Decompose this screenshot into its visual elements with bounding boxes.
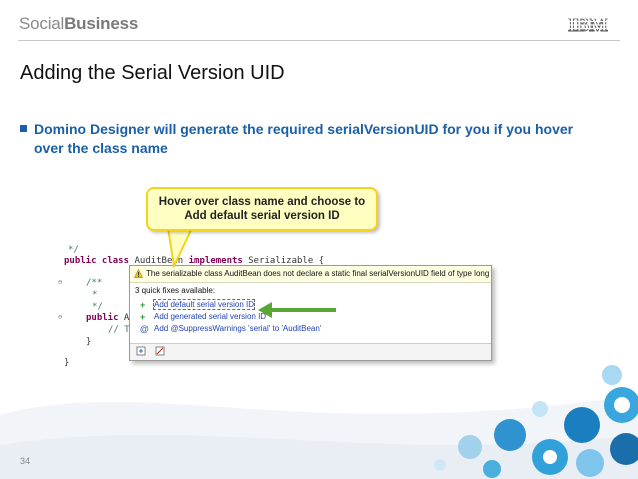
code-line: */: [68, 245, 79, 255]
green-pointer-arrow-icon: [258, 302, 336, 318]
slide-title: Adding the Serial Version UID: [20, 62, 285, 84]
add-plus-icon: +: [140, 300, 146, 310]
callout-line: Add default serial version ID: [184, 210, 340, 222]
annotation-at-icon: @: [140, 324, 149, 334]
callout-line: Hover over class name and choose to: [158, 196, 366, 208]
decorative-bubbles: [434, 365, 638, 478]
callout-pointer: [166, 228, 194, 268]
bullet-square-icon: [20, 125, 27, 132]
header-divider: [18, 40, 620, 41]
fold-toggle-icon[interactable]: ⊖: [58, 278, 62, 286]
code-line: }: [86, 337, 92, 347]
configure-problem-icon[interactable]: [155, 346, 165, 356]
bullet-point: Domino Designer will generate the requir…: [20, 120, 600, 158]
code-line: */: [92, 302, 103, 312]
add-plus-icon: +: [140, 312, 146, 322]
bullet-text: Domino Designer will generate the requir…: [34, 121, 574, 156]
code-line: public A: [86, 313, 130, 323]
code-line: }: [64, 358, 70, 368]
fold-toggle-icon[interactable]: ⊖: [58, 313, 62, 321]
warning-icon: [134, 269, 143, 278]
popup-toolbar: [136, 346, 170, 358]
code-line: *: [92, 290, 98, 300]
warning-message-bar: The serializable class AuditBean does no…: [130, 266, 491, 283]
code-line: // T: [108, 325, 130, 335]
social-business-logo: SocialBusiness: [19, 14, 139, 33]
code-line: /**: [86, 278, 103, 288]
svg-text:IBM: IBM: [568, 14, 608, 34]
instruction-callout: Hover over class name and choose to Add …: [146, 187, 378, 231]
header-bar: SocialBusiness IBM: [0, 0, 638, 42]
page-number: 34: [20, 456, 31, 466]
focus-popup-icon[interactable]: [136, 346, 146, 356]
quick-fix-count: 3 quick fixes available:: [135, 286, 216, 295]
warning-text: The serializable class AuditBean does no…: [146, 269, 490, 278]
ibm-logo: IBM: [558, 14, 618, 34]
